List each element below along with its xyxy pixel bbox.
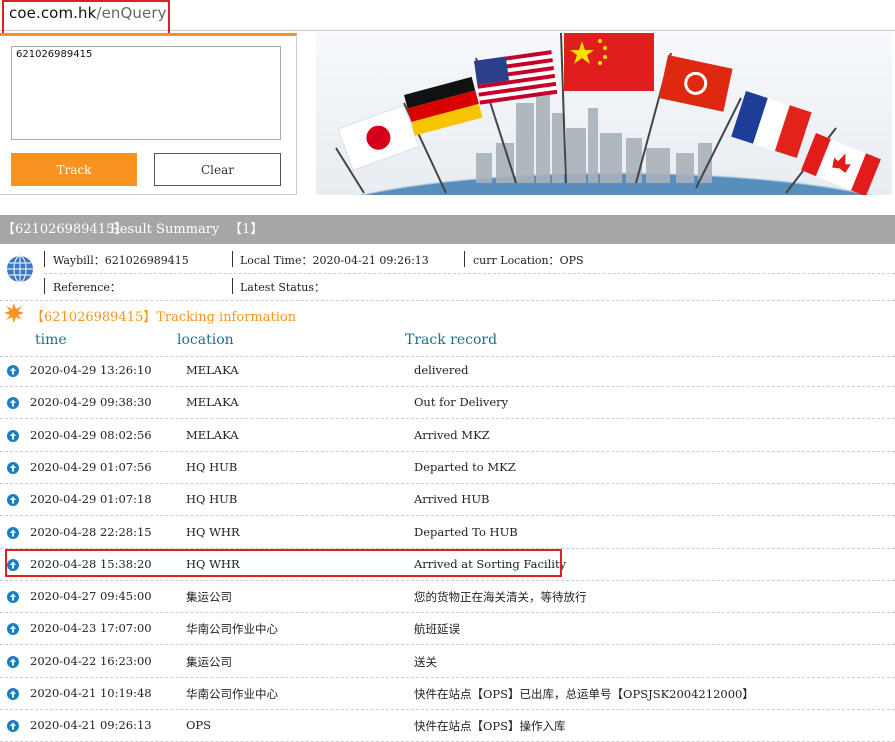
star-burst-icon [4,303,24,323]
track-button[interactable]: Track [11,153,137,186]
waybill-info: Waybill：621026989415 Local Time：2020-04-… [0,244,895,301]
column-header-time: time [35,332,67,348]
up-arrow-icon [7,429,19,442]
summary-count: 【1】 [229,222,264,237]
row-location: HQ HUB [186,459,238,474]
clear-button[interactable]: Clear [154,153,281,186]
latest-status-label: Latest Status： [240,281,326,294]
row-location: 华南公司作业中心 [186,622,278,637]
row-location: MELAKA [186,395,239,410]
globe-icon [7,255,33,283]
row-record: Out for Delivery [414,395,509,410]
up-arrow-icon [7,591,19,604]
tracking-row: 2020-04-29 13:26:10 MELAKA delivered [0,355,895,387]
tracking-row: 2020-04-29 01:07:56 HQ HUB Departed to MKZ [0,452,895,484]
row-record: 快件在站点【OPS】操作入库 [414,719,566,734]
up-arrow-icon [7,397,19,410]
waybill-label: Waybill： [53,254,105,267]
row-time: 2020-04-29 01:07:18 [30,492,152,507]
tracking-row: 2020-04-29 01:07:18 HQ HUB Arrived HUB [0,484,895,517]
row-time: 2020-04-27 09:45:00 [30,589,152,604]
up-arrow-icon [7,461,19,474]
waybill-value: 621026989415 [104,254,189,267]
row-record: Arrived HUB [414,492,490,507]
row-time: 2020-04-29 08:02:56 [30,427,152,442]
row-time: 2020-04-28 22:28:15 [30,524,152,539]
tracking-row: 2020-04-28 22:28:15 HQ WHR Departed To HUB [0,517,895,549]
up-arrow-icon [7,365,19,377]
row-time: 2020-04-23 17:07:00 [30,621,152,636]
flags-banner-illustration [335,33,881,195]
local-time-value: 2020-04-21 09:26:13 [312,254,429,267]
row-time: 2020-04-29 01:07:56 [30,459,152,474]
search-panel: 621026989415 Track Clear [0,33,297,195]
reference-label: Reference： [53,281,121,294]
tracking-row: 2020-04-21 10:19:48 华南公司作业中心 快件在站点【OPS】已出库… [0,678,895,710]
tracking-title: 【621026989415】Tracking information [31,310,297,325]
tracking-row: 2020-04-21 09:26:13 OPS 快件在站点【OPS】操作入库 [0,710,895,742]
row-record: Departed to MKZ [414,459,516,474]
curr-location-label: curr Location： [473,254,560,267]
up-arrow-icon [7,526,19,539]
summary-title: Result Summary [110,222,220,237]
row-location: HQ WHR [186,524,240,539]
row-record: Departed To HUB [414,524,518,539]
row-highlight-box [5,549,562,577]
up-arrow-icon [7,720,19,733]
local-time-label: Local Time： [240,254,313,267]
tracking-row: 2020-04-29 09:38:30 MELAKA Out for Deliver… [0,387,895,420]
row-time: 2020-04-29 09:38:30 [30,395,152,410]
row-record: 送关 [414,654,437,669]
result-summary-header: 【621026989415】 Result Summary 【1】 [0,215,895,244]
row-location: 集运公司 [186,654,232,669]
waybill-input[interactable]: 621026989415 [11,46,281,140]
tracking-row: 2020-04-29 08:02:56 MELAKA Arrived MKZ [0,420,895,452]
tracking-row: 2020-04-23 17:07:00 华南公司作业中心 航班延误 [0,613,895,646]
row-record: delivered [414,363,469,377]
row-record: 航班延误 [414,622,460,637]
summary-waybill-tag: 【621026989415】 [2,222,128,237]
row-location: 集运公司 [186,590,232,605]
row-time: 2020-04-21 10:19:48 [30,686,152,700]
row-location: HQ HUB [186,492,238,507]
flags-banner [316,33,892,195]
row-location: MELAKA [186,427,239,442]
row-time: 2020-04-29 13:26:10 [30,363,152,377]
row-location: MELAKA [186,363,239,377]
url-highlight-box [2,0,170,37]
row-location: OPS [186,718,212,733]
row-record: Arrived MKZ [414,427,490,442]
up-arrow-icon [7,623,19,636]
row-time: 2020-04-21 09:26:13 [30,718,152,733]
tracking-row: 2020-04-27 09:45:00 集运公司 您的货物正在海关清关，等待放行 [0,581,895,614]
curr-location-value: OPS [559,254,584,267]
column-header-track-record: Track record [405,332,498,348]
row-location: 华南公司作业中心 [186,687,278,701]
row-record: 快件在站点【OPS】已出库，总运单号【OPSJSK2004212000】 [414,687,754,701]
tracking-row: 2020-04-22 16:23:00 集运公司 送关 [0,646,895,678]
column-header-location: location [177,332,234,348]
up-arrow-icon [7,688,19,700]
row-time: 2020-04-22 16:23:00 [30,653,152,668]
row-record: 您的货物正在海关清关，等待放行 [414,590,587,605]
up-arrow-icon [7,655,19,668]
up-arrow-icon [7,494,19,507]
